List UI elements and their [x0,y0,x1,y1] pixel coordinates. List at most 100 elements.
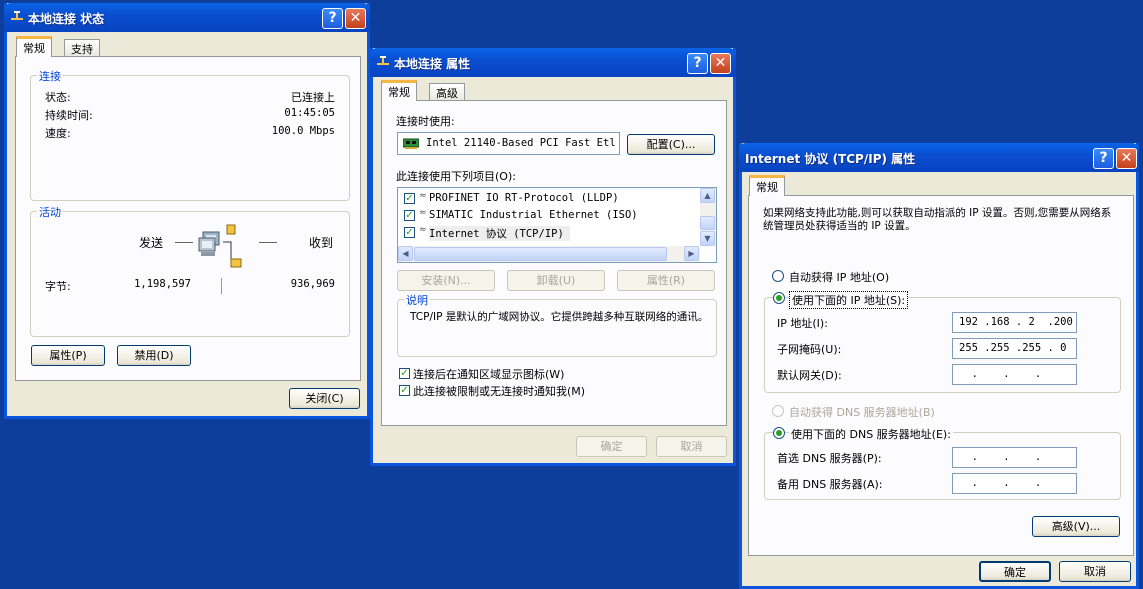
description-text: TCP/IP 是默认的广域网协议。它提供跨越多种互联网络的通讯。 [410,311,709,323]
window-title: Internet 协议 (TCP/IP) 属性 [745,152,916,166]
properties-panel: 连接时使用: Intel 21140-Based PCI Fast Etl 配置… [381,100,727,426]
use-dns-radio[interactable] [773,427,785,439]
ok-button[interactable]: 确定 [979,561,1051,582]
properties-titlebar[interactable]: 本地连接 属性 ? ✕ [370,48,736,77]
sent-line [175,242,193,243]
tcpip-panel: 如果网络支持此功能,则可以获取自动指派的 IP 设置。否则,您需要从网络系统管理… [748,195,1134,556]
vertical-scrollbar[interactable]: ▲ ▼ [700,188,716,246]
item-label: PROFINET IO RT-Protocol (LLDP) [429,192,619,204]
auto-ip-radio[interactable] [772,270,784,282]
preferred-dns-field[interactable]: . . . [952,447,1077,468]
cancel-button[interactable]: 取消 [656,436,727,457]
alternate-dns-field[interactable]: . . . [952,473,1077,494]
scroll-thumb[interactable] [414,247,667,261]
connect-using-label: 连接时使用: [396,115,455,128]
notify-label[interactable]: 此连接被限制或无连接时通知我(M) [413,383,585,399]
bytes-divider [221,278,222,294]
use-ip-radio[interactable] [773,292,785,304]
item-label: Internet 协议 (TCP/IP) [429,226,570,241]
list-item[interactable]: ✓ ≈ Internet 协议 (TCP/IP) [404,225,694,241]
checkbox[interactable]: ✓ [404,210,415,221]
bytes-received: 936,969 [290,278,335,290]
scroll-left-button[interactable]: ◀ [398,246,413,261]
gateway-field[interactable]: . . . [952,364,1077,385]
item-label: SIMATIC Industrial Ethernet (ISO) [429,209,638,221]
close-button[interactable]: 关闭(C) [289,388,360,409]
notify-checkbox[interactable]: ✓ [399,385,410,396]
close-window-button[interactable]: ✕ [345,8,366,29]
window-title: 本地连接 状态 [28,12,105,26]
show-icon-label[interactable]: 连接后在通知区域显示图标(W) [413,366,564,382]
checkbox[interactable]: ✓ [404,193,415,204]
auto-ip-label[interactable]: 自动获得 IP 地址(O) [789,269,889,285]
auto-dns-label[interactable]: 自动获得 DNS 服务器地址(B) [789,404,935,420]
received-line [259,242,277,243]
subnet-mask-field[interactable]: 255 .255 .255 . 0 [952,338,1077,359]
use-ip-label[interactable]: 使用下面的 IP 地址(S): [789,291,909,309]
help-button[interactable]: ? [687,53,708,74]
scroll-down-button[interactable]: ▼ [700,231,715,246]
group-label: 说明 [404,292,430,308]
status-titlebar[interactable]: 本地连接 状态 ? ✕ [4,3,370,32]
use-dns-label[interactable]: 使用下面的 DNS 服务器地址(E): [789,426,953,442]
list-item[interactable]: ✓ ≈ SIMATIC Industrial Ethernet (ISO) [404,208,694,224]
list-item[interactable]: ✓ ≈ PROFINET IO RT-Protocol (LLDP) [404,191,694,207]
tab-support[interactable]: 支持 [64,39,100,57]
properties-window: 本地连接 属性 ? ✕ 常规 高级 连接时使用: Intel 21140-Bas… [370,48,736,466]
duration-label: 持续时间: [45,109,93,122]
show-icon-checkbox[interactable]: ✓ [399,368,410,379]
scroll-right-button[interactable]: ▶ [684,246,699,261]
ok-button[interactable]: 确定 [576,436,647,457]
advanced-button[interactable]: 高级(V)... [1032,516,1120,537]
subnet-mask-label: 子网掩码(U): [777,343,842,356]
intro-text: 如果网络支持此功能,则可以获取自动指派的 IP 设置。否则,您需要从网络系统管理… [763,207,1112,232]
help-button[interactable]: ? [322,8,343,29]
status-window: 本地连接 状态 ? ✕ 常规 支持 连接 状态: 已连接上 持续时间: 01:4… [4,3,370,419]
checkbox[interactable]: ✓ [404,227,415,238]
components-list[interactable]: ✓ ≈ PROFINET IO RT-Protocol (LLDP) ✓ ≈ S… [397,187,717,263]
properties-button[interactable]: 属性(P) [31,345,105,366]
static-ip-group: 使用下面的 IP 地址(S): IP 地址(I): 192 .168 . 2 .… [764,291,1121,393]
computers-activity-icon [198,224,242,268]
auto-dns-radio[interactable] [772,405,784,417]
net-protocol-icon: ≈ [419,208,427,218]
gateway-label: 默认网关(D): [777,369,842,382]
tab-general[interactable]: 常规 [381,80,417,101]
install-button[interactable]: 安装(N)... [397,270,495,291]
tab-advanced[interactable]: 高级 [429,83,465,101]
close-window-button[interactable]: ✕ [1116,148,1137,169]
sent-label: 发送 [139,236,164,250]
group-label: 活动 [37,204,63,220]
horizontal-scrollbar[interactable]: ◀ ▶ [398,246,700,262]
tcpip-titlebar[interactable]: Internet 协议 (TCP/IP) 属性 ? ✕ [739,143,1139,172]
scroll-thumb[interactable] [700,216,715,230]
network-card-icon [403,138,419,149]
ip-address-label: IP 地址(I): [777,317,828,330]
net-protocol-icon: ≈ [419,191,427,201]
adapter-field: Intel 21140-Based PCI Fast Etl [397,132,620,155]
disable-button[interactable]: 禁用(D) [117,345,191,366]
ip-address-field[interactable]: 192 .168 . 2 .200 [952,312,1077,333]
net-protocol-icon: ≈ [419,225,427,235]
tab-general[interactable]: 常规 [16,36,52,57]
group-label: 连接 [37,68,63,84]
adapter-name: Intel 21140-Based PCI Fast Etl [426,137,616,149]
scroll-up-button[interactable]: ▲ [700,188,715,203]
activity-group: 活动 发送 收到 字节: 1,198,597 936,969 [30,204,350,337]
connection-group: 连接 状态: 已连接上 持续时间: 01:45:05 速度: 100.0 Mbp… [30,68,350,201]
cancel-button[interactable]: 取消 [1059,561,1131,582]
item-properties-button[interactable]: 属性(R) [617,270,715,291]
close-window-button[interactable]: ✕ [710,53,731,74]
received-label: 收到 [309,236,334,250]
help-button[interactable]: ? [1093,148,1114,169]
configure-button[interactable]: 配置(C)... [627,134,715,155]
items-label: 此连接使用下列项目(O): [396,170,516,183]
duration-value: 01:45:05 [284,107,335,119]
tcpip-window: Internet 协议 (TCP/IP) 属性 ? ✕ 常规 如果网络支持此功能… [739,143,1139,589]
status-panel: 连接 状态: 已连接上 持续时间: 01:45:05 速度: 100.0 Mbp… [15,56,361,381]
tab-general[interactable]: 常规 [749,175,785,196]
bytes-label: 字节: [45,280,71,293]
bytes-sent: 1,198,597 [134,278,191,290]
window-title: 本地连接 属性 [394,57,471,71]
uninstall-button[interactable]: 卸载(U) [507,270,605,291]
